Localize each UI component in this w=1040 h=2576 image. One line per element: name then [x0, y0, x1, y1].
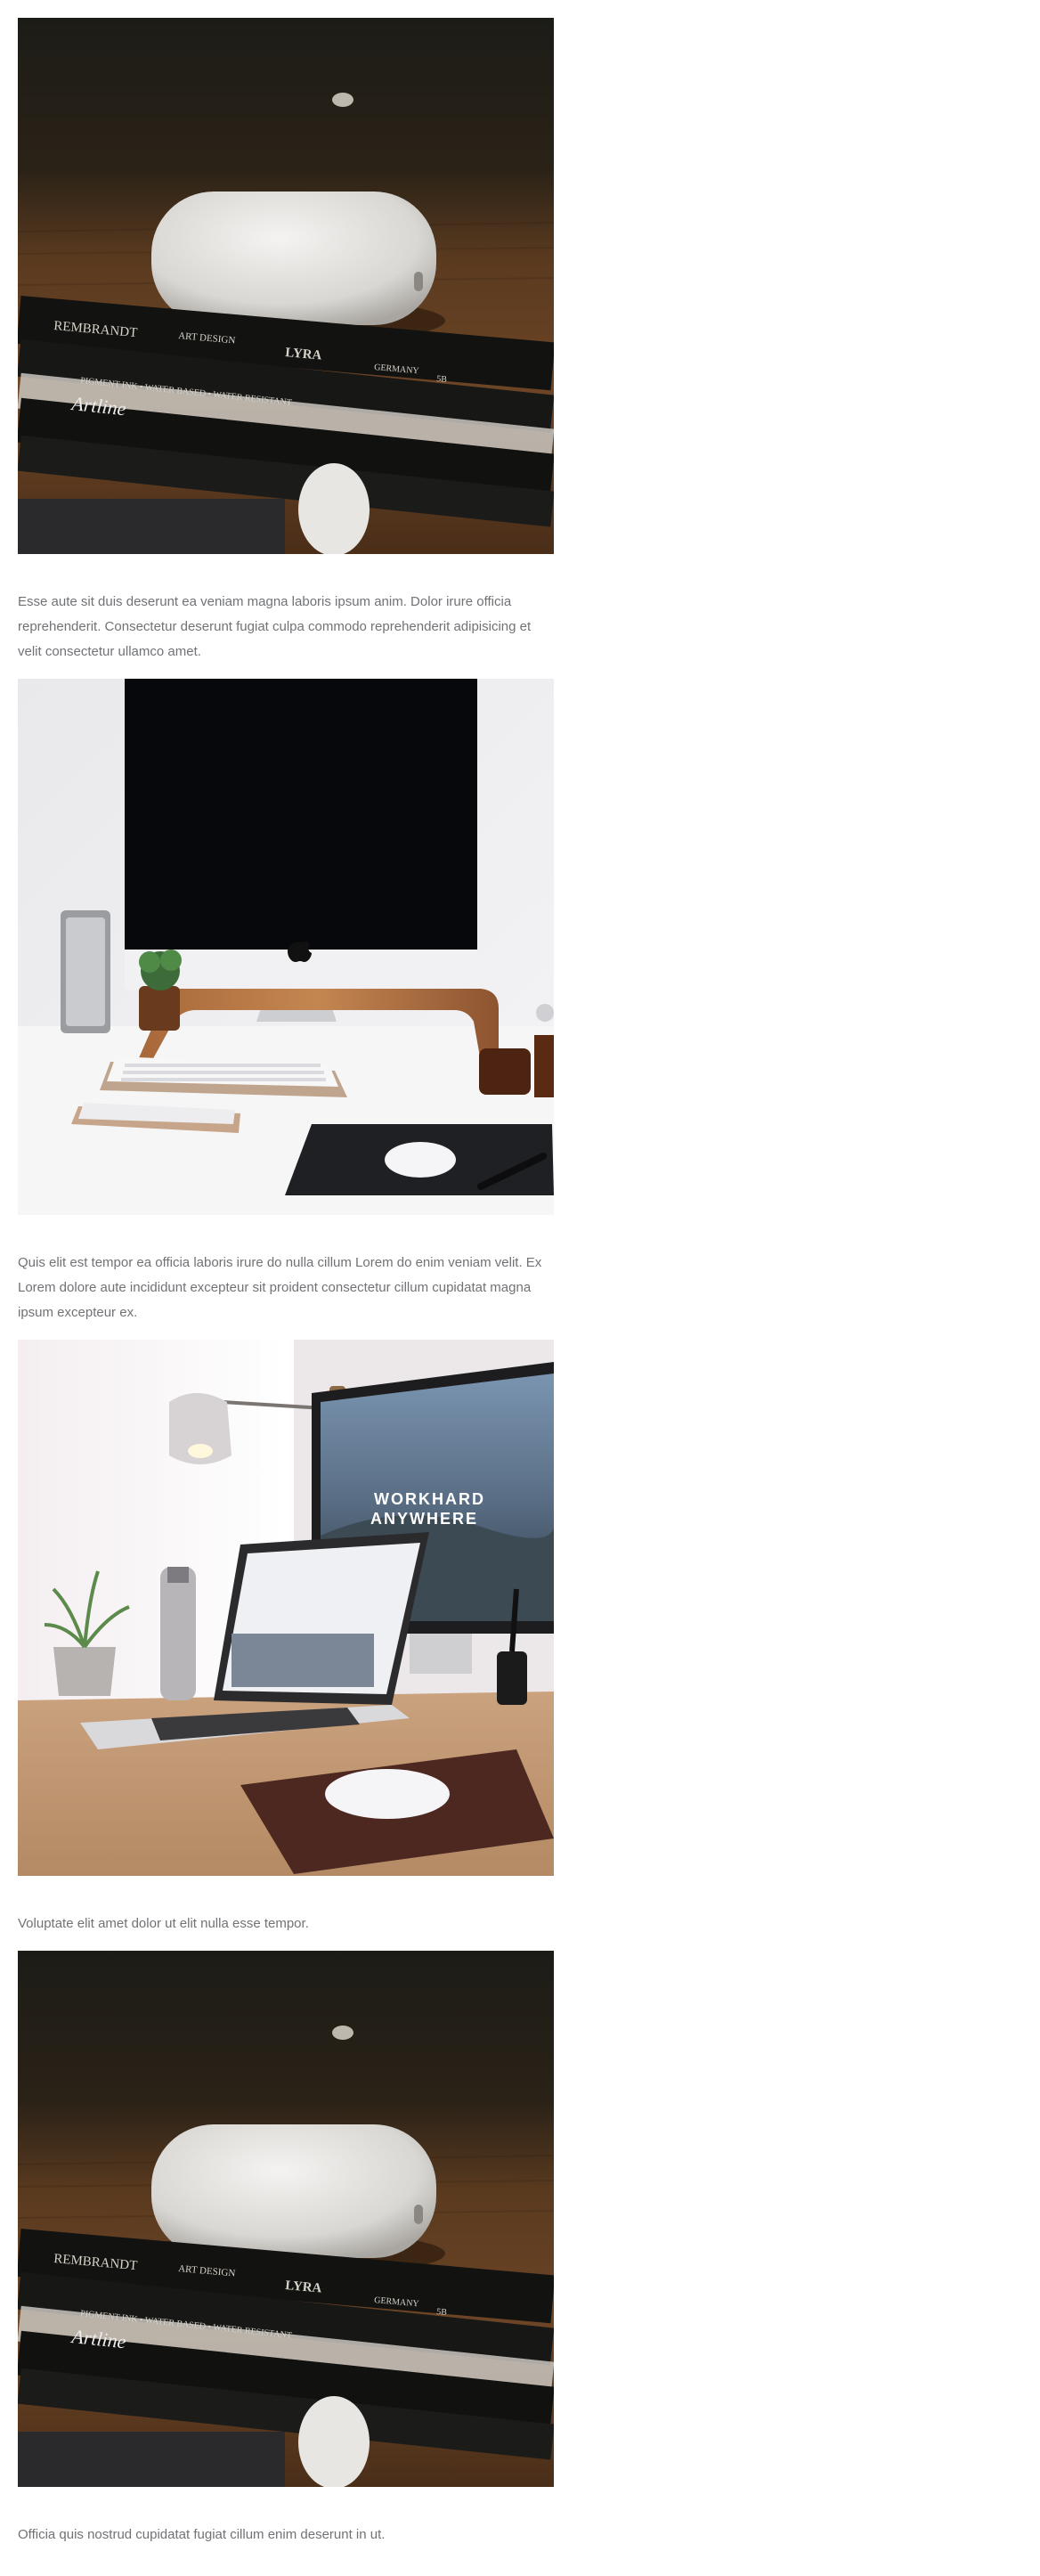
- post-caption: Quis elit est tempor ea officia laboris …: [18, 1255, 542, 1320]
- post-caption: Esse aute sit duis deserunt ea veniam ma…: [18, 594, 532, 659]
- monitor-text: WORKHARD: [374, 1490, 485, 1508]
- post-caption: Voluptate elit amet dolor ut elit nulla …: [18, 1916, 309, 1931]
- post-image-airpods[interactable]: REMBRANDT ART DESIGN LYRA GERMANY 5B PIG…: [18, 18, 554, 554]
- imac-photo: [18, 679, 554, 1215]
- post-image-laptop-workspace[interactable]: WORKHARD ANYWHERE: [18, 1340, 554, 1876]
- marker-label: 5B: [436, 374, 448, 385]
- post-image-imac[interactable]: [18, 679, 554, 1215]
- post-image-airpods[interactable]: REMBRANDT ART DESIGN LYRA GERMANY 5B PIG…: [18, 1951, 554, 2487]
- workspace-photo: WORKHARD ANYWHERE: [18, 1340, 554, 1876]
- photo-feed: REMBRANDT ART DESIGN LYRA GERMANY 5B PIG…: [18, 18, 554, 2551]
- monitor-text: ANYWHERE: [370, 1510, 478, 1528]
- marker-label: 5B: [436, 2307, 448, 2318]
- post-caption: Officia quis nostrud cupidatat fugiat ci…: [18, 2527, 386, 2542]
- airpods-photo: REMBRANDT ART DESIGN LYRA GERMANY 5B PIG…: [18, 18, 554, 554]
- airpods-photo: REMBRANDT ART DESIGN LYRA GERMANY 5B PIG…: [18, 1951, 554, 2487]
